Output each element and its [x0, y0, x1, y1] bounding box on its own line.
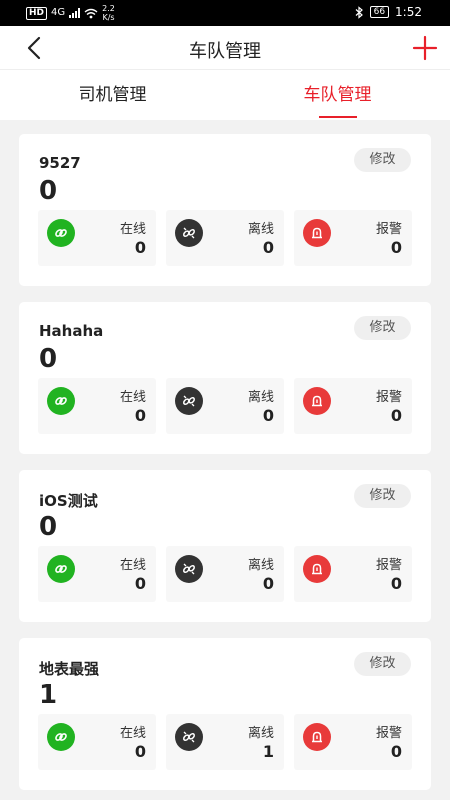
fleet-name: 地表最强 — [39, 660, 100, 678]
alarm-count: 0 — [390, 574, 402, 593]
offline-count: 1 — [262, 742, 274, 761]
online-label: 在线 — [119, 726, 146, 741]
offline-stat: 离线 0 — [166, 378, 284, 434]
fleet-card[interactable]: 9527 修改 0 在线 0 离线 0 报警 0 — [19, 134, 431, 286]
offline-count: 0 — [262, 238, 274, 257]
alarm-light-icon — [303, 219, 331, 247]
fleet-vehicle-count: 0 — [39, 512, 58, 542]
edit-button[interactable]: 修改 — [354, 148, 411, 172]
unlink-icon — [175, 387, 203, 415]
fleet-card[interactable]: 地表最强 修改 1 在线 0 离线 1 报警 0 — [19, 638, 431, 790]
online-count: 0 — [134, 238, 146, 257]
tab-bar: 司机管理 车队管理 — [0, 70, 450, 120]
signal-type: 4G — [51, 7, 66, 18]
edit-button[interactable]: 修改 — [354, 484, 411, 508]
fleet-card[interactable]: iOS测试 修改 0 在线 0 离线 0 报警 0 — [19, 470, 431, 622]
online-stat: 在线 0 — [38, 210, 156, 266]
alarm-stat: 报警 0 — [294, 378, 412, 434]
offline-count: 0 — [262, 406, 274, 425]
alarm-label: 报警 — [375, 222, 402, 237]
offline-count: 0 — [262, 574, 274, 593]
alarm-count: 0 — [390, 406, 402, 425]
alarm-label: 报警 — [375, 558, 402, 573]
alarm-light-icon — [303, 555, 331, 583]
offline-label: 离线 — [247, 558, 274, 573]
link-icon — [47, 723, 75, 751]
online-stat: 在线 0 — [38, 546, 156, 602]
fleet-vehicle-count: 0 — [39, 176, 58, 206]
wifi-icon — [84, 8, 98, 18]
battery-icon: 66 — [369, 6, 390, 18]
edit-button[interactable]: 修改 — [354, 652, 411, 676]
alarm-count: 0 — [390, 238, 402, 257]
offline-stat: 离线 0 — [166, 210, 284, 266]
fleet-name: 9527 — [39, 154, 81, 172]
alarm-stat: 报警 0 — [294, 714, 412, 770]
alarm-stat: 报警 0 — [294, 210, 412, 266]
tab-label: 车队管理 — [303, 85, 372, 105]
link-icon — [47, 555, 75, 583]
alarm-stat: 报警 0 — [294, 546, 412, 602]
offline-label: 离线 — [247, 726, 274, 741]
edit-button[interactable]: 修改 — [354, 316, 411, 340]
speed-unit: K/s — [102, 13, 115, 22]
fleet-vehicle-count: 0 — [39, 344, 58, 374]
offline-label: 离线 — [247, 222, 274, 237]
navigation-bar: 车队管理 — [0, 26, 450, 70]
alarm-label: 报警 — [375, 726, 402, 741]
plus-icon[interactable] — [412, 35, 438, 61]
network-type: HD — [26, 6, 48, 20]
tab-label: 司机管理 — [78, 85, 147, 105]
offline-stat: 离线 0 — [166, 546, 284, 602]
link-icon — [47, 219, 75, 247]
offline-label: 离线 — [247, 390, 274, 405]
fleet-vehicle-count: 1 — [39, 680, 58, 710]
tab-fleet-management[interactable]: 车队管理 — [225, 70, 450, 120]
status-left: HD 4G 2.2 K/s — [26, 4, 115, 22]
offline-stat: 离线 1 — [166, 714, 284, 770]
link-icon — [47, 387, 75, 415]
clock: 1:52 — [395, 5, 422, 19]
online-label: 在线 — [119, 222, 146, 237]
online-label: 在线 — [119, 558, 146, 573]
online-stat: 在线 0 — [38, 378, 156, 434]
fleet-name: iOS测试 — [39, 492, 98, 510]
online-count: 0 — [134, 406, 146, 425]
bluetooth-icon — [355, 5, 363, 19]
online-count: 0 — [134, 742, 146, 761]
online-count: 0 — [134, 574, 146, 593]
unlink-icon — [175, 219, 203, 247]
unlink-icon — [175, 555, 203, 583]
signal-bars-icon — [69, 8, 81, 18]
alarm-light-icon — [303, 387, 331, 415]
page-title: 车队管理 — [189, 41, 261, 62]
tab-driver-management[interactable]: 司机管理 — [0, 70, 225, 120]
fleet-card[interactable]: Hahaha 修改 0 在线 0 离线 0 报警 0 — [19, 302, 431, 454]
alarm-count: 0 — [390, 742, 402, 761]
network-speed: 2.2 K/s — [102, 4, 115, 22]
online-stat: 在线 0 — [38, 714, 156, 770]
online-label: 在线 — [119, 390, 146, 405]
status-bar: HD 4G 2.2 K/s 66 1:52 — [0, 0, 450, 26]
status-right: 66 1:52 — [355, 5, 422, 19]
fleet-list: 9527 修改 0 在线 0 离线 0 报警 0 Hahaha 修改 0 在线 … — [19, 134, 431, 800]
speed-value: 2.2 — [102, 4, 115, 13]
unlink-icon — [175, 723, 203, 751]
alarm-label: 报警 — [375, 390, 402, 405]
alarm-light-icon — [303, 723, 331, 751]
fleet-name: Hahaha — [39, 322, 104, 340]
active-tab-indicator — [318, 116, 357, 118]
